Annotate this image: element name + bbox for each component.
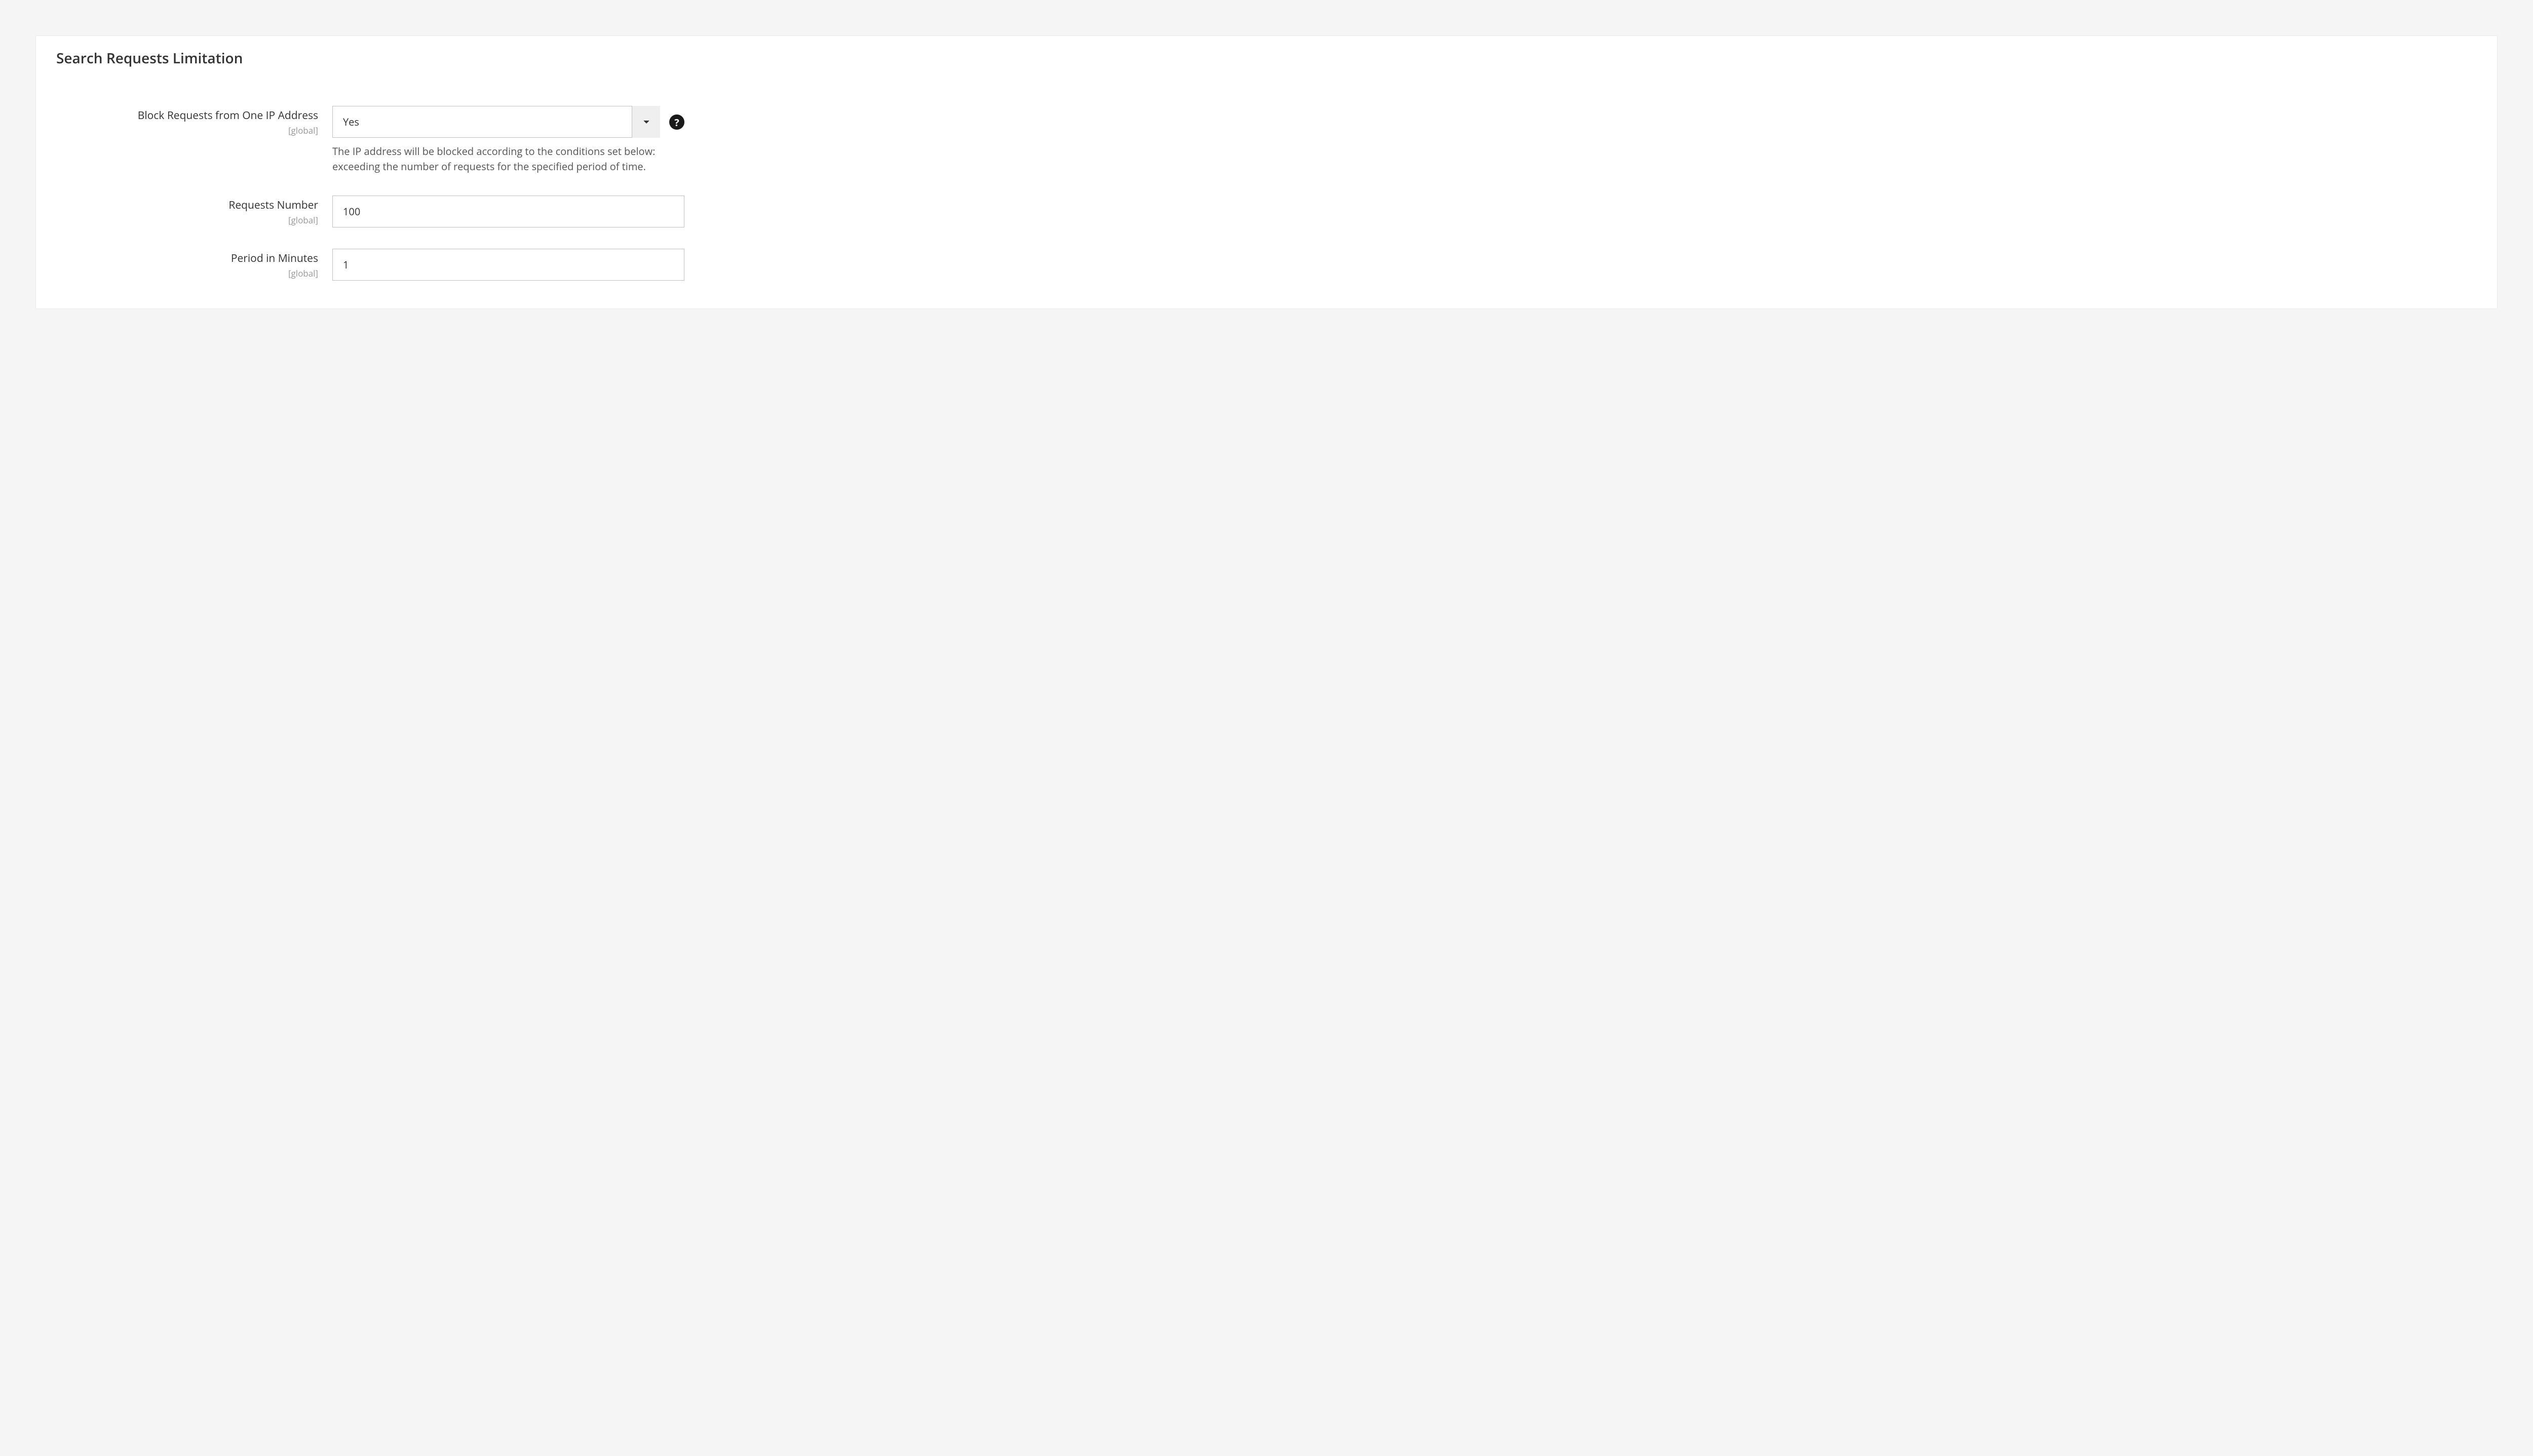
help-icon[interactable]: ? [669,114,684,130]
label-col: Period in Minutes [global] [56,249,332,279]
control-inner: Yes The IP address will be blocked accor… [332,106,660,174]
settings-panel: Search Requests Limitation Block Request… [35,35,2498,309]
control-col [332,196,684,227]
label-col: Block Requests from One IP Address [glob… [56,106,332,136]
block-requests-select[interactable]: Yes [332,106,660,138]
scope-period-minutes: [global] [56,267,318,279]
control-inner [332,249,684,281]
row-period-minutes: Period in Minutes [global] [56,249,2477,281]
hint-block-requests: The IP address will be blocked according… [332,144,660,174]
panel-title: Search Requests Limitation [56,49,2477,68]
row-block-requests: Block Requests from One IP Address [glob… [56,106,2477,174]
requests-number-input[interactable] [332,196,684,227]
control-inner [332,196,684,227]
control-col: Yes The IP address will be blocked accor… [332,106,684,174]
control-col [332,249,684,281]
label-block-requests: Block Requests from One IP Address [56,109,318,123]
select-wrap: Yes [332,106,660,138]
scope-requests-number: [global] [56,214,318,226]
row-requests-number: Requests Number [global] [56,196,2477,227]
label-period-minutes: Period in Minutes [56,252,318,265]
scope-block-requests: [global] [56,125,318,136]
period-minutes-input[interactable] [332,249,684,281]
label-col: Requests Number [global] [56,196,332,226]
label-requests-number: Requests Number [56,199,318,212]
